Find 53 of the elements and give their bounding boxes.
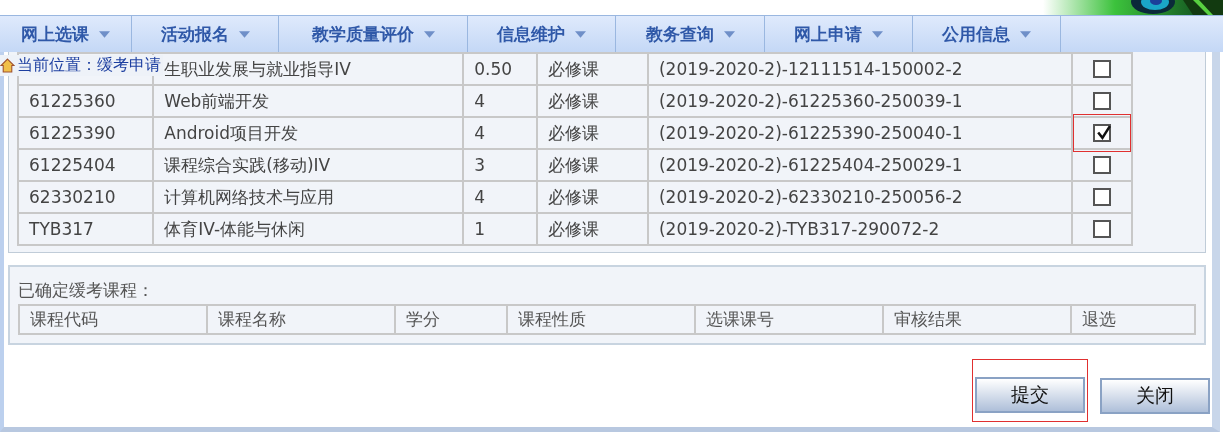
caret-icon: [1020, 30, 1031, 38]
course-number: (2019-2020-2)-61225360-250039-1: [658, 91, 963, 111]
course-type: 必修课: [547, 218, 599, 239]
course-type: 必修课: [547, 154, 599, 175]
caret-icon: [99, 30, 110, 38]
checkbox[interactable]: [1093, 124, 1111, 142]
course-number: (2019-2020-2)-TYB317-290072-2: [658, 219, 940, 239]
course-type: 必修课: [547, 122, 599, 143]
course-number: (2019-2020-2)-61225404-250029-1: [658, 155, 963, 175]
caret-icon: [872, 30, 883, 38]
column-header: 学分: [406, 309, 440, 329]
column-header: 审核结果: [894, 309, 962, 329]
action-button[interactable]: 关闭: [1100, 378, 1210, 414]
course-code: 61225404: [29, 155, 116, 175]
checkbox[interactable]: [1093, 156, 1111, 174]
course-type: 必修课: [547, 186, 599, 207]
course-name: Android项目开发: [164, 122, 299, 143]
action-button[interactable]: 提交: [975, 377, 1085, 413]
caret-icon: [723, 30, 735, 38]
checkbox[interactable]: [1093, 60, 1111, 78]
course-number: (2019-2020-2)-61225390-250040-1: [658, 123, 963, 143]
caret-icon: [575, 30, 586, 38]
course-number: (2019-2020-2)-12111514-150002-2: [658, 59, 963, 79]
column-header: 课程性质: [518, 309, 586, 329]
caret-icon: [238, 30, 250, 38]
course-name: 计算机网络技术与应用: [164, 186, 335, 207]
checkbox[interactable]: [1093, 188, 1111, 206]
checkbox[interactable]: [1093, 220, 1111, 238]
credit: 4: [474, 91, 486, 111]
breadcrumb: 当前位置：缓考申请: [0, 55, 163, 76]
course-number: (2019-2020-2)-62330210-250056-2: [658, 187, 963, 207]
checkbox[interactable]: [1093, 92, 1111, 110]
course-type: 必修课: [547, 90, 599, 111]
credit: 0.50: [474, 59, 513, 79]
course-type: 必修课: [547, 58, 599, 79]
credit: 3: [474, 155, 486, 175]
credit: 4: [474, 123, 486, 143]
section-title: 已确定缓考课程：: [18, 279, 155, 302]
caret-icon: [423, 30, 435, 38]
column-header: 退选: [1082, 309, 1116, 329]
course-name: 生职业发展与就业指导IV: [164, 58, 351, 79]
column-header: 选课课号: [706, 309, 774, 329]
column-header: 课程代码: [30, 309, 98, 329]
course-code: TYB317: [29, 219, 94, 239]
column-header: 课程名称: [218, 309, 286, 329]
course-name: Web前端开发: [164, 90, 270, 111]
course-name: 课程综合实践(移动)IV: [164, 154, 331, 175]
credit: 1: [474, 219, 486, 239]
course-code: 61225390: [29, 123, 116, 143]
course-name: 体育IV-体能与休闲: [164, 218, 306, 239]
course-code: 62330210: [29, 187, 116, 207]
credit: 4: [474, 187, 486, 207]
course-code: 61225360: [29, 91, 116, 111]
